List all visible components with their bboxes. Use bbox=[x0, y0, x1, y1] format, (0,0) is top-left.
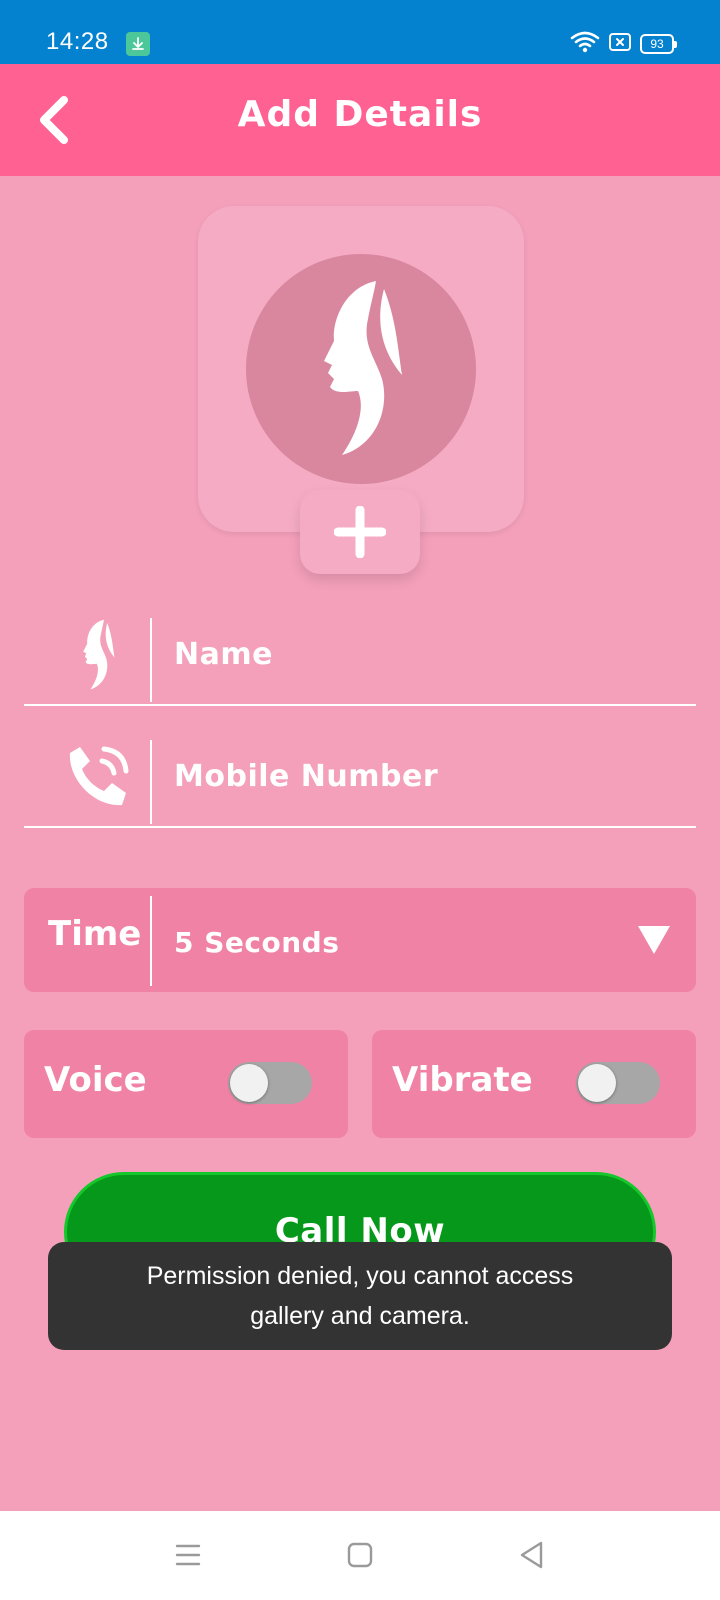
square-home-icon[interactable] bbox=[338, 1533, 382, 1577]
phone-ringing-icon bbox=[48, 728, 148, 826]
switch-knob bbox=[578, 1064, 616, 1102]
switch-knob bbox=[230, 1064, 268, 1102]
system-nav-bar bbox=[0, 1511, 720, 1600]
download-badge-icon bbox=[126, 32, 150, 56]
voice-toggle-card: Voice bbox=[24, 1030, 348, 1138]
status-icons: 93 bbox=[570, 30, 677, 58]
field-divider bbox=[150, 618, 152, 702]
status-bar: 14:28 93 bbox=[0, 0, 720, 64]
add-photo-button[interactable] bbox=[300, 490, 420, 574]
field-divider bbox=[150, 740, 152, 824]
voice-switch[interactable] bbox=[228, 1062, 312, 1104]
voice-label: Voice bbox=[44, 1060, 147, 1100]
app-bar: Add Details bbox=[0, 64, 720, 176]
toast-line-2: gallery and camera. bbox=[250, 1302, 470, 1330]
toast-line-1: Permission denied, you cannot access bbox=[146, 1262, 574, 1290]
mobile-field-row bbox=[24, 728, 696, 828]
page-title: Add Details bbox=[237, 94, 483, 135]
time-label: Time bbox=[48, 914, 142, 954]
triangle-back-icon[interactable] bbox=[510, 1533, 554, 1577]
woman-silhouette-icon bbox=[324, 281, 402, 455]
time-divider bbox=[150, 896, 152, 986]
name-input[interactable] bbox=[174, 624, 674, 684]
menu-icon[interactable] bbox=[166, 1533, 210, 1577]
profile-photo-placeholder bbox=[246, 254, 476, 484]
time-selected-value: 5 Seconds bbox=[174, 926, 340, 959]
permission-toast: Permission denied, you cannot access gal… bbox=[48, 1242, 672, 1350]
time-selector[interactable]: Time 5 Seconds bbox=[24, 888, 696, 992]
woman-silhouette-icon bbox=[48, 606, 148, 704]
vibrate-toggle-card: Vibrate bbox=[372, 1030, 696, 1138]
profile-photo-card[interactable] bbox=[198, 206, 524, 532]
status-time: 14:28 bbox=[46, 28, 109, 55]
no-sim-icon bbox=[608, 31, 632, 57]
vibrate-label: Vibrate bbox=[392, 1060, 533, 1100]
name-field-row bbox=[24, 606, 696, 706]
vibrate-switch[interactable] bbox=[576, 1062, 660, 1104]
plus-icon bbox=[334, 506, 386, 558]
battery-indicator: 93 bbox=[640, 34, 677, 54]
wifi-icon bbox=[570, 30, 600, 58]
triangle-down-icon bbox=[638, 926, 670, 954]
mobile-number-input[interactable] bbox=[174, 746, 674, 806]
